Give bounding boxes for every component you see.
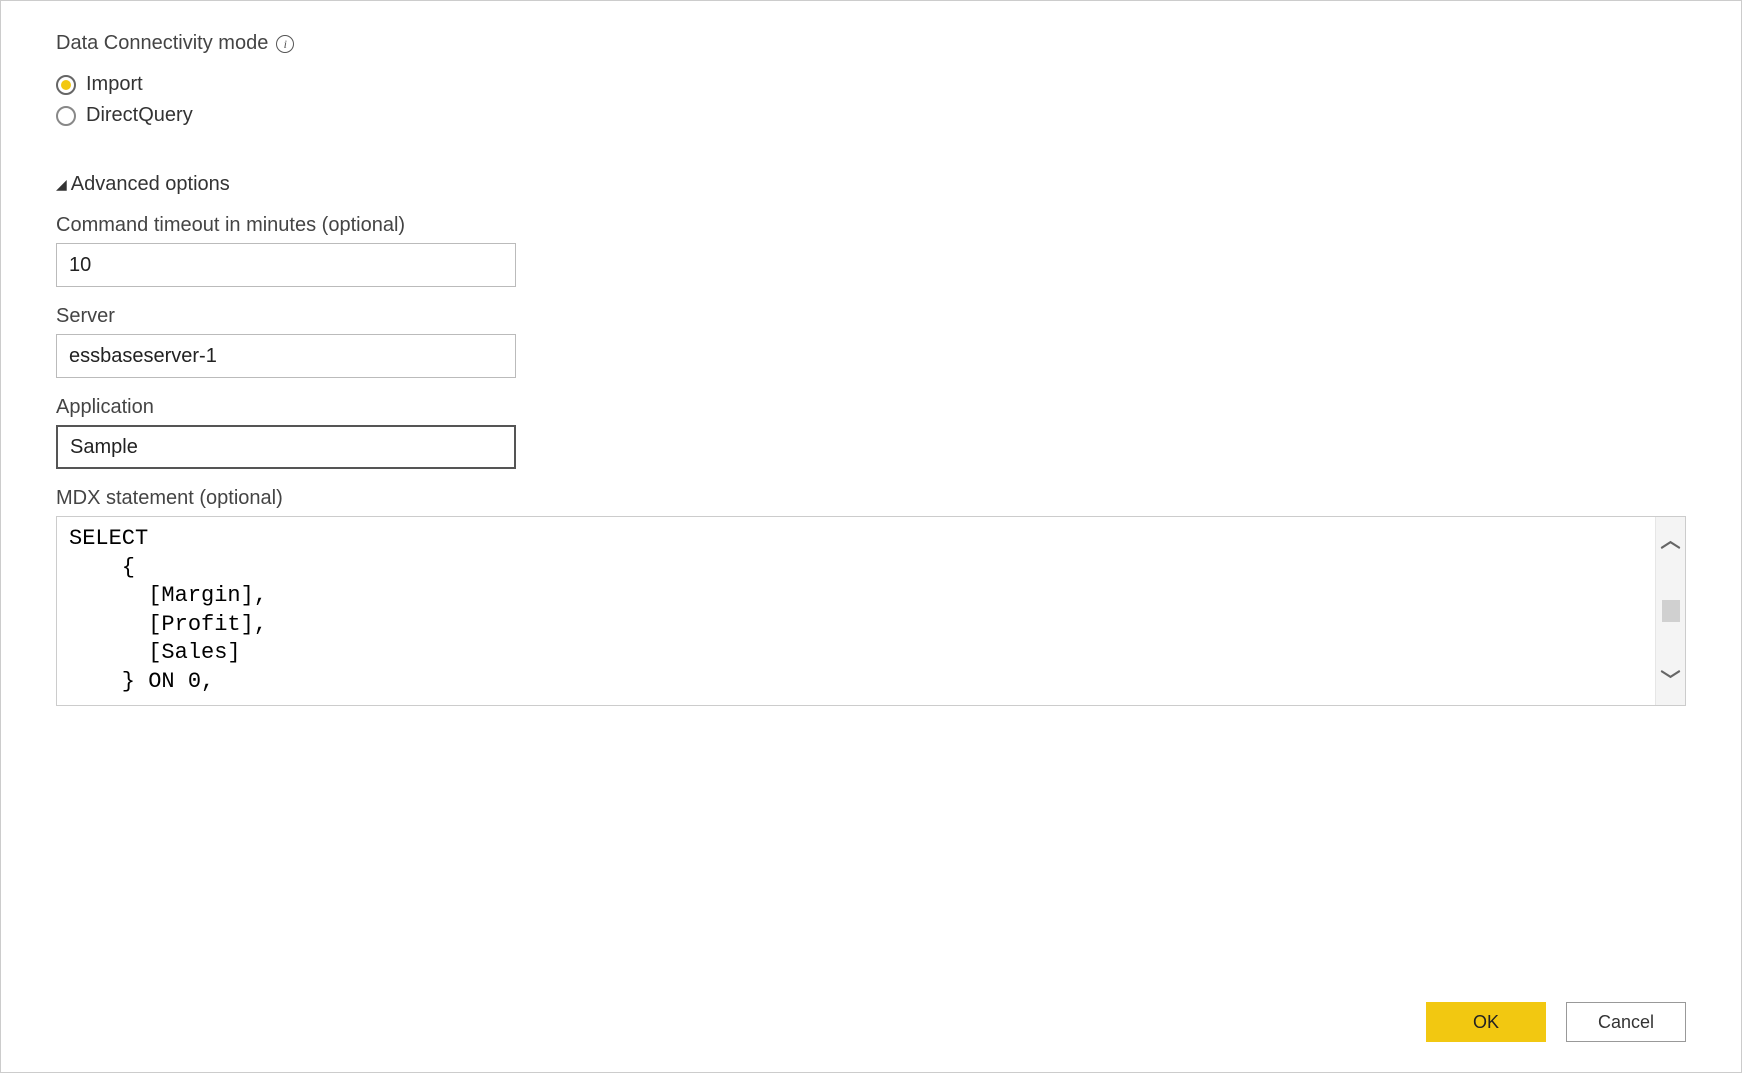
advanced-options-toggle[interactable]: ◢ Advanced options [56, 173, 1686, 196]
mdx-scrollbar[interactable]: ︿ ﹀ [1655, 517, 1685, 705]
mdx-statement-text: SELECT { [Margin], [Profit], [Sales] } O… [57, 517, 1685, 705]
scroll-thumb[interactable] [1662, 600, 1680, 622]
connector-dialog: Data Connectivity mode i Import DirectQu… [0, 0, 1742, 1073]
triangle-collapse-icon: ◢ [56, 176, 67, 193]
mdx-label: MDX statement (optional) [56, 487, 1686, 510]
dialog-footer: OK Cancel [56, 1002, 1686, 1042]
connectivity-mode-label: Data Connectivity mode i [56, 32, 1686, 55]
radio-directquery-icon [56, 106, 76, 126]
command-timeout-label: Command timeout in minutes (optional) [56, 214, 1686, 237]
scroll-down-icon[interactable]: ﹀ [1661, 671, 1681, 691]
mdx-statement-input[interactable]: SELECT { [Margin], [Profit], [Sales] } O… [56, 516, 1686, 706]
radio-import-label: Import [86, 73, 143, 96]
cancel-button[interactable]: Cancel [1566, 1002, 1686, 1042]
connectivity-radio-group: Import DirectQuery [56, 65, 1686, 135]
command-timeout-input[interactable] [56, 243, 516, 287]
radio-import-icon [56, 75, 76, 95]
info-icon[interactable]: i [276, 35, 294, 53]
connectivity-mode-text: Data Connectivity mode [56, 32, 268, 55]
application-input[interactable] [56, 425, 516, 469]
advanced-options-label: Advanced options [71, 173, 230, 196]
server-input[interactable] [56, 334, 516, 378]
radio-import[interactable]: Import [56, 73, 1686, 96]
application-label: Application [56, 396, 1686, 419]
ok-button[interactable]: OK [1426, 1002, 1546, 1042]
radio-directquery[interactable]: DirectQuery [56, 104, 1686, 127]
scroll-up-icon[interactable]: ︿ [1661, 531, 1681, 551]
radio-directquery-label: DirectQuery [86, 104, 193, 127]
server-label: Server [56, 305, 1686, 328]
